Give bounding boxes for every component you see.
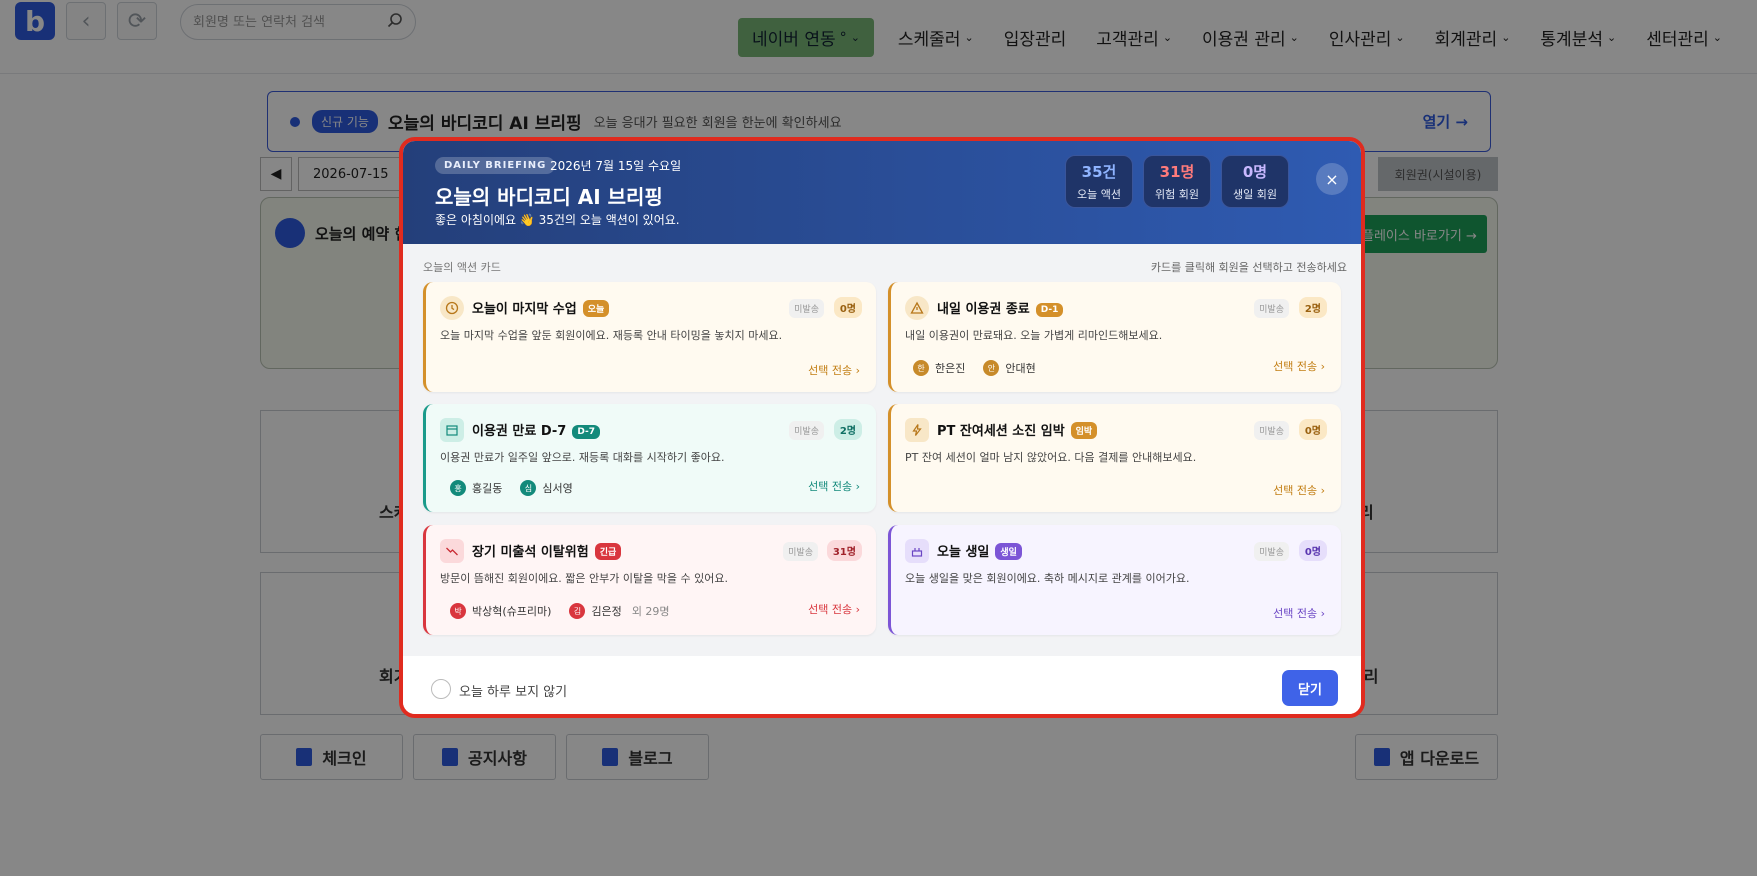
card-title: 오늘 생일 생일	[937, 541, 1022, 560]
stat-value: 35건	[1081, 163, 1117, 181]
send-selected-link[interactable]: 선택 전송 ›	[808, 601, 860, 617]
card-count: 0명	[1298, 419, 1327, 440]
member-chip[interactable]: 홍 홍길동	[450, 480, 502, 496]
warning-icon	[905, 296, 929, 320]
section-hint: 카드를 클릭해 회원을 선택하고 전송하세요	[1150, 261, 1347, 274]
unsent-label: 미발송	[1254, 299, 1289, 318]
action-card-expire-tomorrow[interactable]: 내일 이용권 종료 D-1 미발송 2명 내일 이용권이 만료돼요. 오늘 가볍게…	[888, 282, 1341, 392]
send-selected-link[interactable]: 선택 전송 ›	[1273, 358, 1325, 374]
action-card-pt-sessions[interactable]: PT 잔여세션 소진 임박 임박 미발송 0명 PT 잔여 세션이 얼마 남지 않…	[888, 404, 1341, 512]
close-button[interactable]: 닫기	[1282, 670, 1338, 706]
action-card-expire-d7[interactable]: 이용권 만료 D-7 D-7 미발송 2명 이용권 만료가 일주일 앞으로. 재등…	[423, 404, 876, 512]
stat-today-actions: 35건 오늘 액션	[1065, 155, 1133, 208]
action-card-birthday[interactable]: 오늘 생일 생일 미발송 0명 오늘 생일을 맞은 회원이에요. 축하 메시지로 …	[888, 525, 1341, 635]
modal-header: DAILY BRIEFING 2026년 7월 15일 수요일 오늘의 바디코디…	[403, 141, 1361, 244]
card-count: 31명	[826, 540, 862, 561]
card-title-text: 오늘이 마지막 수업	[472, 302, 577, 317]
card-count: 0명	[1298, 540, 1327, 561]
modal-footer: 오늘 하루 보지 않기 닫기	[403, 656, 1361, 714]
member-name: 김은정	[591, 605, 622, 618]
member-chips: 박 박상혁(슈프리마) 김 김은정 외 29명	[450, 603, 670, 619]
card-description: 오늘 마지막 수업을 앞둔 회원이에요. 재등록 안내 타이밍을 놓치지 마세요…	[440, 329, 783, 342]
card-count: 2명	[833, 419, 862, 440]
daily-briefing-tag: DAILY BRIEFING	[435, 157, 556, 174]
card-title-text: PT 잔여세션 소진 임박	[937, 424, 1065, 439]
card-title: 내일 이용권 종료 D-1	[937, 298, 1064, 317]
member-chips: 홍 홍길동 심 심서영	[450, 480, 573, 496]
unsent-label: 미발송	[783, 542, 818, 561]
dont-show-today-checkbox[interactable]	[431, 679, 451, 699]
ai-briefing-modal: DAILY BRIEFING 2026년 7월 15일 수요일 오늘의 바디코디…	[399, 137, 1365, 718]
modal-subtitle: 좋은 아침이에요 👋 35건의 오늘 액션이 있어요.	[435, 213, 680, 227]
avatar: 홍	[450, 480, 466, 496]
stat-label: 생일 회원	[1233, 188, 1277, 201]
clock-icon	[440, 296, 464, 320]
stat-at-risk: 31명 위험 회원	[1143, 155, 1211, 208]
member-chips: 한 한은진 안 안대현	[913, 360, 1036, 376]
card-badge: D-1	[1035, 303, 1064, 317]
send-selected-link[interactable]: 선택 전송 ›	[1273, 482, 1325, 498]
card-title-text: 이용권 만료 D-7	[472, 424, 567, 439]
member-chip[interactable]: 김 김은정	[569, 603, 622, 619]
card-description: 내일 이용권이 만료돼요. 오늘 가볍게 리마인드해보세요.	[905, 329, 1163, 342]
avatar: 심	[520, 480, 537, 496]
card-badge: D-7	[572, 425, 600, 439]
member-chip[interactable]: 한 한은진	[913, 360, 965, 376]
card-badge: 오늘	[582, 300, 610, 317]
card-title: 오늘이 마지막 수업 오늘	[472, 298, 610, 317]
card-title-text: 오늘 생일	[937, 545, 990, 560]
card-title: 장기 미출석 이탈위험 긴급	[472, 541, 622, 560]
card-badge: 긴급	[594, 543, 622, 560]
card-description: PT 잔여 세션이 얼마 남지 않았어요. 다음 결제를 안내해보세요.	[905, 451, 1197, 464]
avatar: 안	[983, 360, 1000, 376]
more-members[interactable]: 외 29명	[632, 603, 670, 619]
close-icon[interactable]: ×	[1316, 163, 1348, 195]
modal-body: 오늘의 액션 카드 카드를 클릭해 회원을 선택하고 전송하세요 오늘이 마지막…	[403, 244, 1361, 656]
member-name: 박상혁(슈프리마)	[472, 605, 552, 618]
avatar: 박	[450, 603, 466, 619]
member-chip[interactable]: 박 박상혁(슈프리마)	[450, 603, 551, 619]
card-description: 오늘 생일을 맞은 회원이에요. 축하 메시지로 관계를 이어가요.	[905, 572, 1190, 585]
stat-value: 0명	[1242, 163, 1268, 181]
member-name: 안대현	[1005, 362, 1036, 375]
send-selected-link[interactable]: 선택 전송 ›	[808, 362, 860, 378]
member-name: 심서영	[542, 482, 573, 495]
action-card-churn-risk[interactable]: 장기 미출석 이탈위험 긴급 미발송 31명 방문이 뜸해진 회원이에요. 짧은 …	[423, 525, 876, 635]
stat-value: 31명	[1159, 163, 1195, 181]
unsent-label: 미발송	[1254, 542, 1289, 561]
dont-show-today-label[interactable]: 오늘 하루 보지 않기	[459, 681, 567, 700]
calendar-icon	[440, 418, 464, 442]
card-title: PT 잔여세션 소진 임박 임박	[937, 420, 1098, 439]
avatar: 한	[913, 360, 929, 376]
member-name: 홍길동	[472, 482, 503, 495]
card-description: 이용권 만료가 일주일 앞으로. 재등록 대화를 시작하기 좋아요.	[440, 451, 725, 464]
stat-birthdays: 0명 생일 회원	[1221, 155, 1289, 208]
member-name: 한은진	[935, 362, 966, 375]
member-chip[interactable]: 심 심서영	[520, 480, 573, 496]
unsent-label: 미발송	[1254, 421, 1289, 440]
trend-down-icon	[440, 539, 464, 563]
card-badge: 생일	[995, 543, 1022, 560]
card-title: 이용권 만료 D-7 D-7	[472, 420, 600, 439]
unsent-label: 미발송	[789, 421, 824, 440]
card-badge: 임박	[1070, 422, 1098, 439]
stat-label: 오늘 액션	[1077, 188, 1121, 201]
card-title-text: 장기 미출석 이탈위험	[472, 545, 589, 560]
send-selected-link[interactable]: 선택 전송 ›	[1273, 605, 1325, 621]
section-title: 오늘의 액션 카드	[423, 261, 501, 274]
cake-icon	[905, 539, 929, 563]
card-count: 0명	[833, 297, 862, 318]
unsent-label: 미발송	[789, 299, 824, 318]
card-count: 2명	[1298, 297, 1327, 318]
member-chip[interactable]: 안 안대현	[983, 360, 1036, 376]
action-card-last-class[interactable]: 오늘이 마지막 수업 오늘 미발송 0명 오늘 마지막 수업을 앞둔 회원이에요.…	[423, 282, 876, 392]
send-selected-link[interactable]: 선택 전송 ›	[808, 478, 860, 494]
briefing-date: 2026년 7월 15일 수요일	[550, 159, 682, 173]
modal-title: 오늘의 바디코디 AI 브리핑	[435, 185, 663, 209]
card-description: 방문이 뜸해진 회원이에요. 짧은 안부가 이탈을 막을 수 있어요.	[440, 572, 728, 585]
avatar: 김	[569, 603, 586, 619]
stat-label: 위험 회원	[1155, 188, 1199, 201]
lightning-icon	[905, 418, 929, 442]
card-title-text: 내일 이용권 종료	[937, 302, 1030, 317]
